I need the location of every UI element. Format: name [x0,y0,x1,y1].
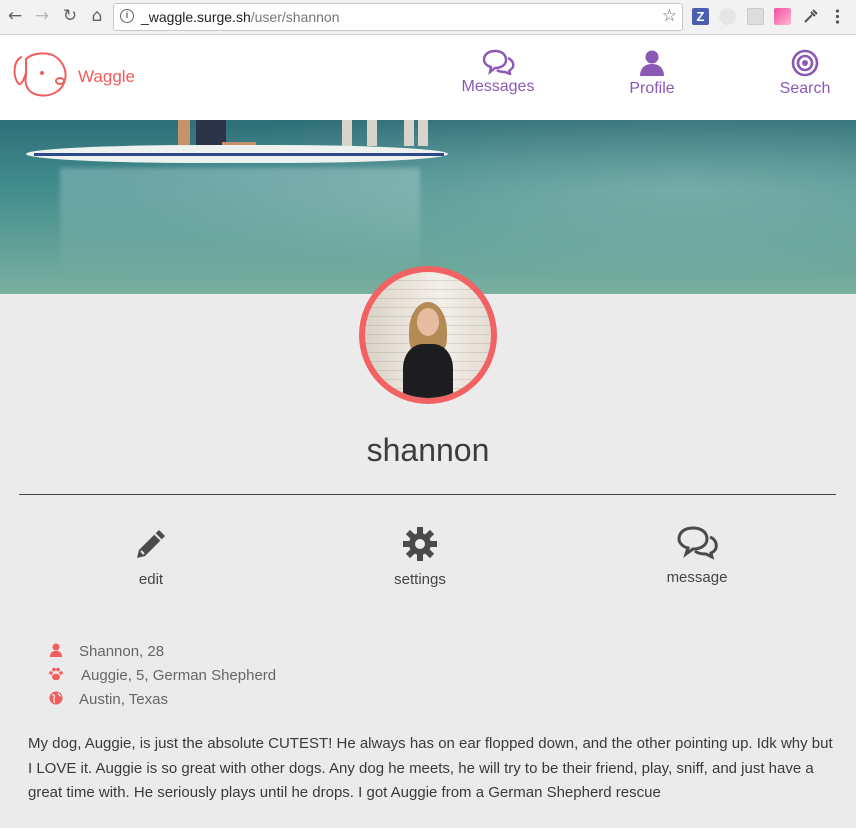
info-dog-text: Auggie, 5, German Shepherd [81,667,277,684]
comments-icon [482,49,515,75]
reload-button[interactable]: ↻ [59,5,81,27]
divider [19,494,836,495]
eyedropper-icon[interactable] [802,8,819,25]
pencil-icon [137,530,165,558]
forward-arrow-icon: → [34,6,50,26]
profile-avatar[interactable] [359,266,497,404]
site-info-icon[interactable]: i [120,9,134,23]
app-header: Waggle Messages Profile Search [0,35,856,120]
user-icon [640,50,664,76]
edit-label: edit [138,571,164,588]
profile-bio: My dog, Auggie, is just the absolute CUT… [28,735,833,801]
extension-circle-icon[interactable] [719,8,736,25]
info-location: Austin, Texas [48,691,168,708]
back-button[interactable]: ← [4,5,26,27]
browser-toolbar: ← → ↻ ⌂ i _waggle.surge.sh/user/shannon … [0,0,856,35]
settings-label: settings [394,571,446,588]
reload-icon: ↻ [62,6,78,26]
address-url: _waggle.surge.sh/user/shannon [141,9,339,25]
dog-logo-icon[interactable] [12,49,70,99]
brand-name[interactable]: Waggle [78,67,135,87]
address-bar[interactable]: i _waggle.surge.sh/user/shannon ☆ [113,3,683,31]
settings-button[interactable]: settings [350,526,490,588]
globe-icon [49,691,63,705]
extension-z-icon[interactable]: Z [692,8,709,25]
nav-search-label: Search [779,80,831,97]
nav-profile-label: Profile [629,80,675,97]
info-dog: Auggie, 5, German Shepherd [48,667,276,684]
profile-username: shannon [366,432,490,468]
gear-icon [403,527,437,561]
info-location-text: Austin, Texas [79,691,168,708]
info-owner-text: Shannon, 28 [79,643,165,660]
comments-icon [677,526,718,560]
nav-search[interactable]: Search [750,49,856,98]
extension-grid-icon[interactable] [747,8,764,25]
bookmark-star-icon[interactable]: ☆ [662,6,677,26]
home-icon: ⌂ [91,6,103,26]
forward-button[interactable]: → [31,5,53,27]
paw-icon [49,667,63,681]
browser-menu-icon[interactable] [829,8,846,25]
user-icon [50,643,62,657]
url-host: _waggle.surge.sh [141,9,251,25]
url-path: /user/shannon [250,9,340,25]
message-button[interactable]: message [627,526,767,586]
nav-messages[interactable]: Messages [443,49,553,96]
message-label: message [666,569,728,586]
info-owner: Shannon, 28 [48,643,164,660]
edit-button[interactable]: edit [81,526,221,588]
nav-messages-label: Messages [461,78,535,95]
nav-profile[interactable]: Profile [597,49,707,98]
back-arrow-icon: ← [7,6,23,26]
target-icon [791,49,819,77]
home-button[interactable]: ⌂ [86,5,108,27]
extension-color-icon[interactable] [774,8,791,25]
